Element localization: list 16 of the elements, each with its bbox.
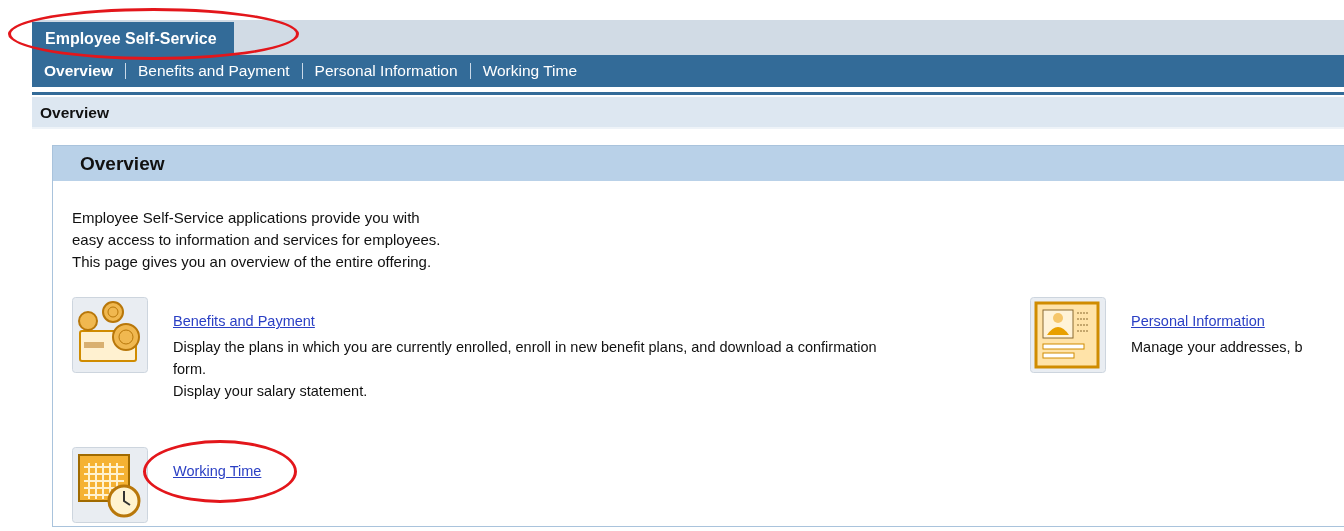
nav-link[interactable]: Benefits and Payment [124, 63, 302, 79]
panel-title: Overview [79, 152, 165, 175]
service-link[interactable]: Benefits and Payment [173, 313, 315, 329]
service-description: Manage your addresses, b [1131, 338, 1304, 357]
nav-link[interactable]: Working Time [469, 63, 590, 79]
service-link[interactable]: Personal Information [1131, 313, 1265, 329]
service-description: Display the plans in which you are currently enrolled, enroll in new benefit plans, and download a confirmation form. Display your salary statement. [173, 338, 878, 401]
calendar-clock-icon [72, 447, 148, 523]
nav-link[interactable]: Personal Information [301, 63, 470, 79]
intro-text: Employee Self-Service applications provide you with easy access to information and services for employees. This page gives you an overview of the entire offering. [72, 208, 442, 272]
service-link[interactable]: Working Time [173, 463, 262, 479]
tab[interactable]: Employee Self-Service [32, 22, 234, 55]
nav-link[interactable]: Overview [36, 63, 125, 79]
coins-icon [72, 297, 148, 373]
id-card-icon [1030, 297, 1106, 373]
page-title: Overview [39, 103, 109, 122]
